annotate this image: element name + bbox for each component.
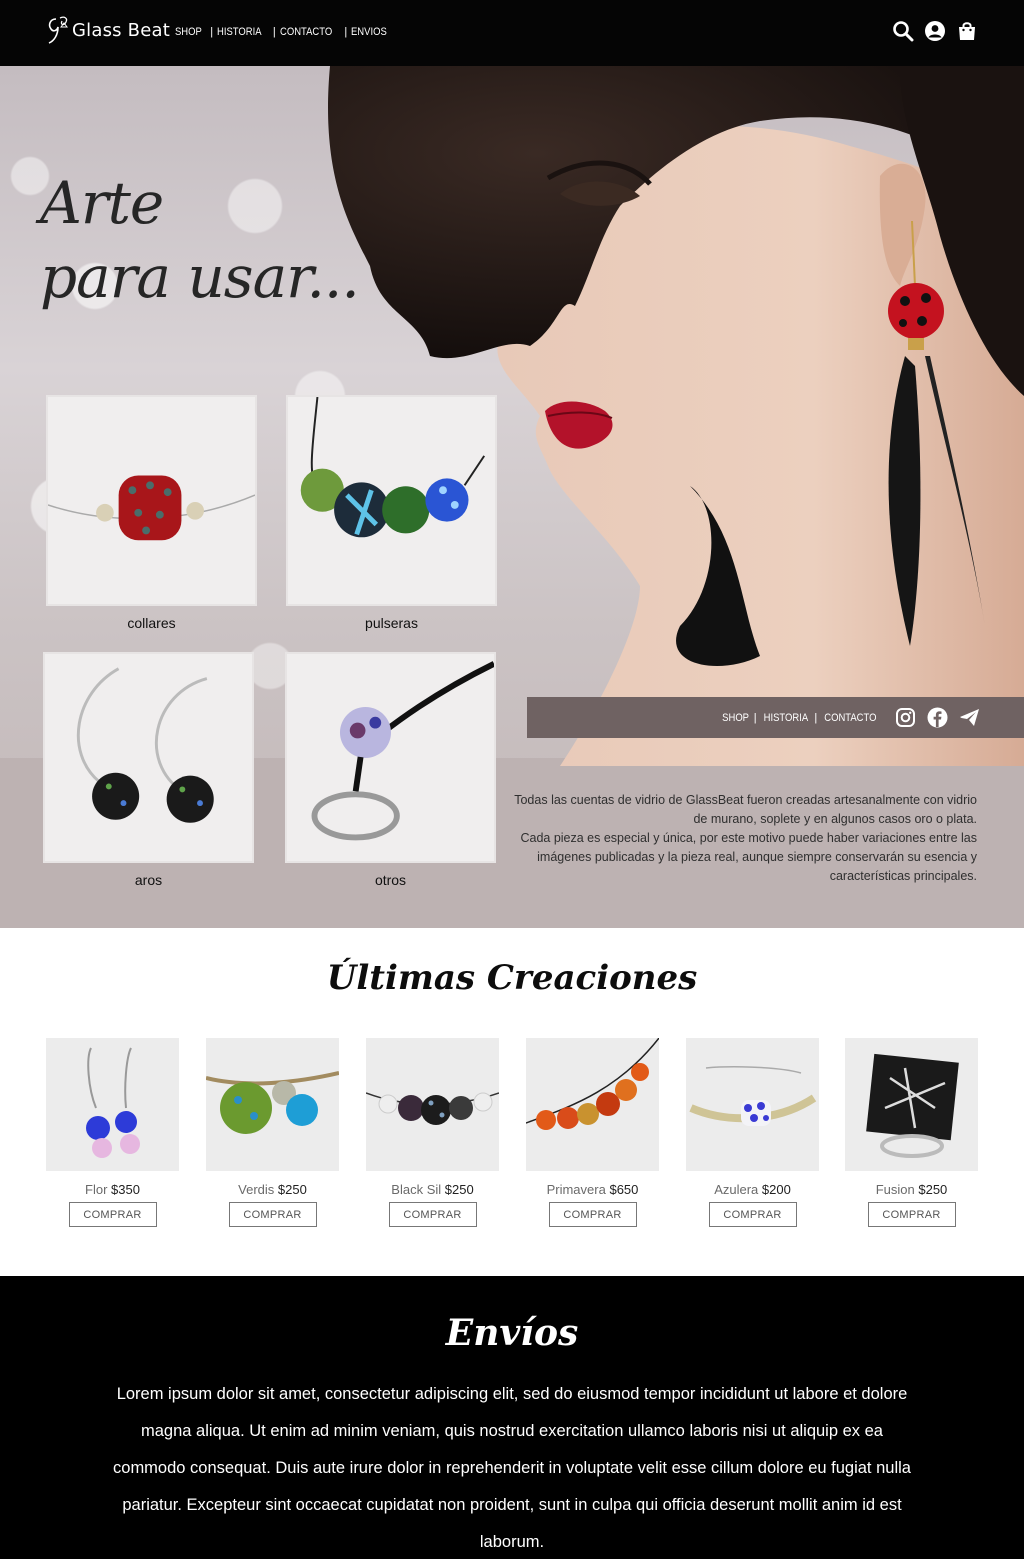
product-caption: Flor $350 [46, 1182, 179, 1197]
product-name: Flor [85, 1182, 108, 1197]
subnav-link-contacto[interactable]: CONTACTO [825, 712, 877, 724]
product-caption: Azulera $200 [686, 1182, 819, 1197]
category-aros-image [43, 652, 254, 863]
product-price: $250 [277, 1182, 307, 1197]
product-caption: Verdis $250 [206, 1182, 339, 1197]
buy-button[interactable]: COMPRAR [228, 1202, 317, 1227]
product-name: Fusion [875, 1182, 915, 1197]
category-label: collares [127, 615, 176, 631]
disclaimer-line-1: Todas las cuentas de vidrio de GlassBeat… [514, 793, 977, 826]
nav-link-shop[interactable]: SHOP [175, 26, 202, 38]
search-icon[interactable] [892, 20, 914, 42]
main-nav: SHOP | HISTORIA | CONTACTO | ENVIOS [175, 26, 393, 38]
category-collares-image [46, 395, 257, 606]
product-image[interactable] [526, 1038, 659, 1171]
brand-logo[interactable]: Glass Beat [46, 10, 170, 50]
nav-link-contacto[interactable]: CONTACTO [280, 26, 332, 38]
user-icon[interactable] [924, 20, 946, 42]
product-price: $250 [918, 1182, 948, 1197]
nav-link-historia[interactable]: HISTORIA [217, 26, 262, 38]
product-name: Primavera [546, 1182, 606, 1197]
hero-title: Arte para usar... [40, 166, 360, 314]
product-disclaimer: Todas las cuentas de vidrio de GlassBeat… [507, 791, 977, 886]
product-price: $350 [111, 1182, 140, 1197]
subnav-link-shop[interactable]: SHOP [722, 712, 749, 724]
category-label: pulseras [365, 615, 418, 631]
product-card-fusion: Fusion $250 COMPRAR [845, 1038, 978, 1227]
subnav-link-historia[interactable]: HISTORIA [763, 712, 808, 724]
category-pulseras[interactable]: pulseras [286, 395, 497, 631]
category-aros[interactable]: aros [43, 652, 254, 888]
category-label: aros [134, 872, 163, 888]
buy-button[interactable]: COMPRAR [68, 1202, 157, 1227]
nav-separator: | [344, 26, 348, 38]
product-name: Black Sil [391, 1182, 442, 1197]
social-links [895, 707, 980, 728]
product-image[interactable] [46, 1038, 179, 1171]
product-name: Azulera [714, 1182, 759, 1197]
nav-separator: | [272, 26, 276, 38]
category-otros-image [285, 652, 496, 863]
facebook-icon[interactable] [927, 707, 948, 728]
product-image[interactable] [845, 1038, 978, 1171]
product-card-flor: Flor $350 COMPRAR [46, 1038, 179, 1227]
disclaimer-line-2: Cada pieza es especial y única, por este… [520, 831, 977, 883]
product-caption: Black Sil $250 [366, 1182, 499, 1197]
product-card-primavera: Primavera $650 COMPRAR [526, 1038, 659, 1227]
instagram-icon[interactable] [895, 707, 916, 728]
hero-title-line-1: Arte [40, 169, 164, 237]
glass-beat-logo-icon [48, 16, 68, 44]
telegram-icon[interactable] [959, 707, 980, 728]
category-otros[interactable]: otros [285, 652, 496, 888]
shipping-title: Envíos [445, 1312, 579, 1354]
shipping-section: Envíos Lorem ipsum dolor sit amet, conse… [0, 1276, 1024, 1559]
nav-separator: | [814, 711, 818, 724]
product-price: $200 [761, 1182, 791, 1197]
hero-title-line-2: para usar... [40, 243, 360, 311]
hero-section: Arte para usar... collares pulseras aros… [0, 66, 1024, 928]
product-caption: Fusion $250 [845, 1182, 978, 1197]
top-navbar: Glass Beat SHOP | HISTORIA | CONTACTO | … [0, 0, 1024, 66]
shipping-text: Lorem ipsum dolor sit amet, consectetur … [113, 1385, 911, 1551]
category-pulseras-image [286, 395, 497, 606]
category-collares[interactable]: collares [46, 395, 257, 631]
product-image[interactable] [206, 1038, 339, 1171]
product-caption: Primavera $650 [526, 1182, 659, 1197]
buy-button[interactable]: COMPRAR [388, 1202, 477, 1227]
buy-button[interactable]: COMPRAR [867, 1202, 956, 1227]
header-actions [892, 20, 978, 42]
product-price: $650 [609, 1182, 639, 1197]
buy-button[interactable]: COMPRAR [708, 1202, 797, 1227]
product-image[interactable] [366, 1038, 499, 1171]
product-price: $250 [444, 1182, 474, 1197]
secondary-nav-bar: SHOP | HISTORIA | CONTACTO [527, 697, 1024, 738]
nav-separator: | [753, 711, 757, 724]
buy-button[interactable]: COMPRAR [548, 1202, 637, 1227]
product-card-azulera: Azulera $200 COMPRAR [686, 1038, 819, 1227]
product-card-verdis: Verdis $250 COMPRAR [206, 1038, 339, 1227]
brand-name: Glass Beat [72, 19, 170, 41]
nav-link-envios[interactable]: ENVIOS [351, 26, 387, 38]
product-card-black-sil: Black Sil $250 COMPRAR [366, 1038, 499, 1227]
product-name: Verdis [238, 1182, 275, 1197]
shopping-bag-icon[interactable] [956, 20, 978, 42]
category-label: otros [374, 872, 407, 888]
secondary-nav: SHOP | HISTORIA | CONTACTO [720, 712, 881, 724]
product-image[interactable] [686, 1038, 819, 1171]
latest-creations-title: Últimas Creaciones [326, 958, 698, 998]
nav-separator: | [210, 26, 214, 38]
